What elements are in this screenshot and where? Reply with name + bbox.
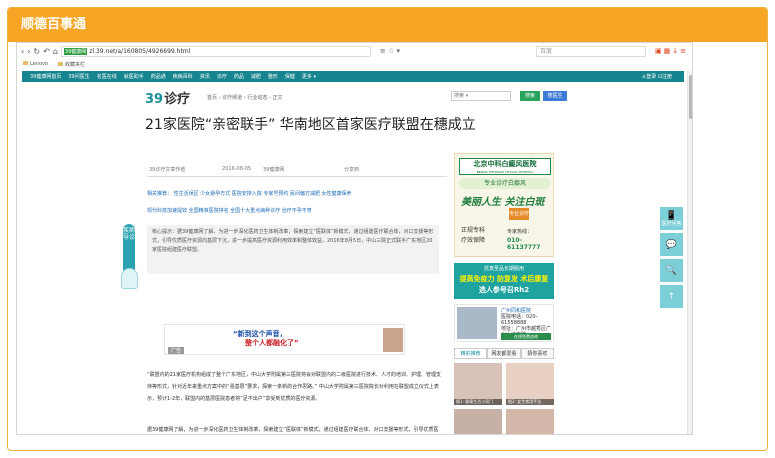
breadcrumb: 首页 › 诊疗频道 › 行业动态 › 正文 <box>207 95 283 101</box>
nav-item[interactable]: 诊疗 <box>217 73 227 80</box>
nav-item[interactable]: 就医助手 <box>124 73 144 80</box>
divider <box>147 176 447 177</box>
back-icon[interactable]: ‹ <box>21 47 24 56</box>
url-text: zl.39.net/a/160805/4926699.html <box>89 47 191 55</box>
scrollbar[interactable] <box>687 71 692 434</box>
article-origin: 39健康网 <box>263 167 285 173</box>
nav-item[interactable]: 保健 <box>285 73 295 80</box>
gallery-item[interactable]: 图2: 女生常用手法 <box>506 363 554 405</box>
gallery-item[interactable]: 图1: 健康生活小窍门 <box>454 363 502 405</box>
hospital-banner: 专业诊疗白癜风 <box>459 178 551 189</box>
qa-icon[interactable]: 📱 医疗问答 <box>660 207 683 230</box>
bookmark-favorites[interactable]: 收藏夹栏 <box>58 61 85 68</box>
nav-item[interactable]: 药品通 <box>151 73 166 80</box>
nav-item[interactable]: 疾病百科 <box>173 73 193 80</box>
nav-item[interactable]: 更多 ▾ <box>302 73 316 80</box>
clinic-image <box>457 307 497 339</box>
doctor-icon[interactable] <box>121 268 138 289</box>
site-search-input[interactable]: 搜索 ▾ <box>451 91 511 101</box>
browser-window: ‹ › ↻ ↶ ⌂ 39健康网 zl.39.net/a/160805/49266… <box>16 42 693 435</box>
home-icon[interactable]: ⌂ <box>53 47 58 56</box>
keyword-links: 相关推荐： 性生活误区 少女避孕方式 医院安排入院 专家号预约 民间偏方减肥 女… <box>147 186 439 221</box>
nav-item[interactable]: 减肥 <box>251 73 261 80</box>
article-summary: 核心提示：据39健康网了解，为进一步深化医药卫生体制改革，探索建立“医联体”新模… <box>147 225 439 274</box>
tab-popular[interactable]: 网友都爱看 <box>487 348 521 358</box>
clinic-ad[interactable]: 广州同和医院 医院电话：020-61558888 地址：广州市越秀区广州大道中路… <box>454 304 554 342</box>
recommend-tabs: 精彩推荐 网友都爱看 猜你喜欢 <box>454 348 554 359</box>
gallery-item[interactable] <box>454 409 502 434</box>
hospital-name: 北京中科白癜风医院 BEIJING ZHONGKE VITILIGO HOSPIT… <box>459 158 551 175</box>
gallery-item[interactable] <box>506 409 554 434</box>
nav-item[interactable]: 药品 <box>234 73 244 80</box>
article-date: 2016-08-05 <box>222 166 252 172</box>
article-author[interactable]: 39诊疗文章作者 <box>149 166 185 173</box>
share-label[interactable]: 分享到 <box>344 166 359 173</box>
ad-banner[interactable]: 广告 “新到这个声音， 整个人都融化了” <box>164 324 405 355</box>
ad2-line2: 选人参号召Rh2 <box>478 286 530 294</box>
site-nav: 39健康网首页 39问医生 名医在线 就医助手 药品通 疾病百科 资讯 诊疗 药… <box>22 71 684 82</box>
article-paragraph: 据39健康网了解，为进一步深化医药卫生体制改革，探索建立“医联体”新模式，通过组… <box>147 427 439 433</box>
ad2-small: 抗衰圣品长期服用 <box>483 266 524 272</box>
consult-button[interactable]: 在线免费咨询 <box>501 333 551 340</box>
search-button[interactable]: 搜索 <box>520 91 540 101</box>
browser-search-input[interactable]: 百度 <box>536 45 647 57</box>
floating-toolbar: 📱 医疗问答 💬 🔍 ⇡ <box>660 207 685 311</box>
nav-item[interactable]: 整形 <box>268 73 278 80</box>
hospital-calligraphy: 美丽人生 关注白斑 <box>461 197 545 208</box>
address-bar-row: ‹ › ↻ ↶ ⌂ 39健康网 zl.39.net/a/160805/49266… <box>17 43 692 59</box>
bookmarks-bar: Lenovo 收藏夹栏 <box>17 59 692 69</box>
ad-tag: 广告 <box>168 347 185 354</box>
article-title: 21家医院“亲密联手” 华南地区首家医疗联盟在穗成立 <box>145 117 476 133</box>
ad2-line1: 提高免疫力 防复发 术后康复 <box>459 275 549 283</box>
search-doctor-button[interactable]: 搜医生 <box>543 91 567 101</box>
tab-guess[interactable]: 猜你喜欢 <box>520 348 554 358</box>
nav-item[interactable]: 资讯 <box>200 73 210 80</box>
nav-item[interactable]: 名医在线 <box>97 73 117 80</box>
undo-icon[interactable]: ↶ <box>43 47 50 56</box>
hotline-number[interactable]: 010-61137777 <box>507 237 553 251</box>
site-logo[interactable]: 39诊疗 <box>145 88 190 107</box>
toolbar-icons[interactable]: ▣▦↓≡ <box>655 47 688 55</box>
url-badge: 39健康网 <box>63 47 88 55</box>
window-title: 顺德百事通 <box>8 8 767 42</box>
ginseng-ad[interactable]: 抗衰圣品长期服用 提高免疫力 防复发 术后康复 选人参号召Rh2 <box>454 263 554 299</box>
scrollbar-thumb[interactable] <box>689 75 692 119</box>
nav-item[interactable]: 39健康网首页 <box>30 73 61 80</box>
page-viewport: 39健康网首页 39问医生 名医在线 就医助手 药品通 疾病百科 资讯 诊疗 药… <box>17 71 692 434</box>
login-links[interactable]: ♙登录 ⊡注册 <box>642 73 672 80</box>
hotline-label: 专家热线： <box>507 229 533 235</box>
hospital-specialty: 正规专科 疗效保障 <box>461 227 486 244</box>
ad-slogan-2: 整个人都融化了” <box>245 339 299 347</box>
url-field[interactable]: 39健康网 zl.39.net/a/160805/4926699.html <box>60 45 371 57</box>
article-paragraph: “联盟内的21家医疗机构组成了整个广东地区，中山大学附属第三医院将会对联盟内的二… <box>147 372 441 402</box>
forward-icon[interactable]: › <box>27 47 30 56</box>
nav-item[interactable]: 39问医生 <box>68 73 89 80</box>
ad-image <box>383 328 403 352</box>
tab-recommend[interactable]: 精彩推荐 <box>454 348 488 358</box>
keyword-row[interactable]: 相关推荐： 性生活误区 少女避孕方式 医院安排入院 专家号预约 民间偏方减肥 女… <box>147 190 352 197</box>
refresh-icon[interactable]: ↻ <box>33 47 40 56</box>
bookmark-lenovo[interactable]: Lenovo <box>23 61 48 67</box>
hospital-ad[interactable]: 北京中科白癜风医院 BEIJING ZHONGKE VITILIGO HOSPIT… <box>454 153 554 257</box>
star-icon[interactable]: ≡ ☆ ▾ <box>380 47 400 55</box>
back-to-top-icon[interactable]: ⇡ <box>660 285 683 308</box>
search-icon[interactable]: 🔍 <box>660 259 683 282</box>
hospital-lamp: 专业诊疗 <box>509 208 529 220</box>
message-icon[interactable]: 💬 <box>660 233 683 256</box>
keyword-row[interactable]: 现代科技加速提效 全国精准医院排名 全国十大重点病种诊疗 治疗不孕不育 <box>147 207 312 214</box>
